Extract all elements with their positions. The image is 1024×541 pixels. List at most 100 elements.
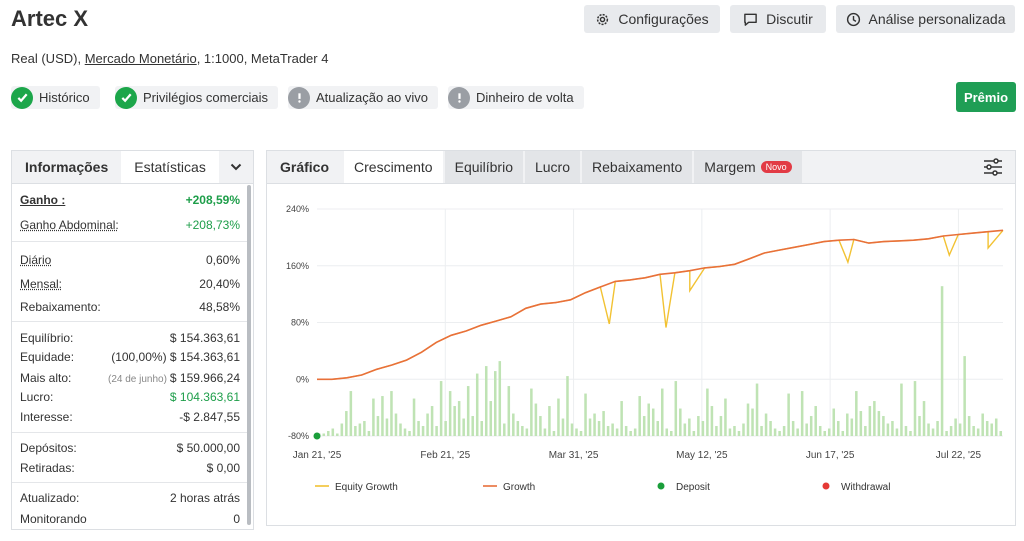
volume-bar xyxy=(579,431,583,436)
volume-bar xyxy=(633,428,637,436)
stat-label: Lucro: xyxy=(20,390,54,404)
custom-analysis-button[interactable]: Análise personalizada xyxy=(836,5,1015,33)
badge-cashback[interactable]: Dinheiro de volta xyxy=(448,86,584,109)
badge-history[interactable]: Histórico xyxy=(11,86,100,109)
stat-label[interactable]: Ganho Abdominal: xyxy=(20,218,119,232)
stat-monthly: Mensal: 20,40% xyxy=(20,277,240,291)
stat-label: Rebaixamento: xyxy=(20,300,101,314)
volume-bar xyxy=(588,418,592,436)
stat-interest: Interesse: -$ 2.847,55 xyxy=(20,410,240,424)
tab-margin-label: Margem xyxy=(704,159,756,175)
volume-bar xyxy=(390,391,393,436)
volume-bar xyxy=(787,393,790,436)
legend-swatch xyxy=(657,482,665,490)
volume-bar xyxy=(457,401,461,436)
badge-live-update[interactable]: Atualização ao vivo xyxy=(288,86,439,109)
divider xyxy=(12,321,247,322)
stat-value: 0,60% xyxy=(205,253,240,267)
volume-bar xyxy=(354,426,357,436)
divider xyxy=(12,482,247,483)
filter-icon[interactable] xyxy=(971,151,1015,183)
stat-label[interactable]: Diário xyxy=(20,253,51,267)
y-tick-label: -80% xyxy=(288,431,309,441)
discuss-button-label: Discutir xyxy=(766,11,813,27)
volume-bar xyxy=(439,381,443,436)
volume-bar xyxy=(773,428,777,436)
stat-value: +208,73% xyxy=(185,218,240,232)
tab-margin[interactable]: Margem Novo xyxy=(694,151,802,183)
volume-bar xyxy=(972,426,975,436)
volume-bar xyxy=(629,431,632,436)
volume-bar xyxy=(602,411,605,436)
discuss-button[interactable]: Discutir xyxy=(730,5,826,33)
deposit-marker xyxy=(313,432,321,440)
volume-bar xyxy=(525,428,529,436)
volume-bar xyxy=(697,416,700,436)
tab-statistics[interactable]: Estatísticas xyxy=(121,151,219,183)
volume-bar xyxy=(462,418,465,436)
volume-bar xyxy=(800,391,804,436)
volume-bar xyxy=(679,408,682,436)
badge-label: Dinheiro de volta xyxy=(476,90,574,105)
stat-label: Interesse: xyxy=(20,410,73,424)
tab-chart[interactable]: Gráfico xyxy=(267,151,342,183)
stat-label[interactable]: Mensal: xyxy=(20,277,62,291)
tab-profit[interactable]: Lucro xyxy=(524,151,581,183)
x-tick-label: Feb 21, '25 xyxy=(420,450,470,461)
volume-bar xyxy=(990,423,993,436)
volume-bar xyxy=(624,426,628,436)
volume-bar xyxy=(949,426,953,436)
stat-value: -$ 2.847,55 xyxy=(179,410,240,424)
broker-link[interactable]: Mercado Monetário xyxy=(85,51,197,66)
stat-value: 20,40% xyxy=(199,277,240,291)
stat-daily: Diário 0,60% xyxy=(20,253,240,267)
volume-bar xyxy=(651,408,655,436)
volume-bar xyxy=(823,431,826,436)
tab-info[interactable]: Informações xyxy=(12,151,121,183)
volume-bar xyxy=(394,413,398,436)
tab-growth[interactable]: Crescimento xyxy=(344,151,443,183)
volume-bar xyxy=(611,423,614,436)
tab-balance[interactable]: Equilíbrio xyxy=(444,151,523,183)
tab-drawdown[interactable]: Rebaixamento xyxy=(582,151,693,183)
badge-trading-privileges[interactable]: Privilégios comerciais xyxy=(115,86,278,109)
volume-bar xyxy=(327,431,330,436)
volume-bar xyxy=(426,413,429,436)
settings-button[interactable]: Configurações xyxy=(584,5,720,33)
chart-lines xyxy=(313,229,1004,440)
stat-deposits: Depósitos: $ 50.000,00 xyxy=(20,441,240,455)
volume-bar xyxy=(331,428,335,436)
stat-value: $ 154.363,61 xyxy=(169,331,240,345)
volume-bar xyxy=(782,426,786,436)
y-tick-label: 160% xyxy=(286,261,309,271)
check-icon xyxy=(115,86,137,109)
volume-bar xyxy=(674,381,678,436)
volume-bar xyxy=(475,373,479,436)
volume-bar xyxy=(656,421,660,436)
volume-bar xyxy=(841,431,845,436)
account-type: Real (USD), xyxy=(11,51,82,66)
stat-equity-pct: (100,00%) xyxy=(111,350,167,364)
chevron-down-icon[interactable] xyxy=(219,151,253,183)
volume-bar xyxy=(909,431,912,436)
volume-bar xyxy=(575,428,578,436)
volume-bar xyxy=(746,403,750,436)
x-tick-label: Jul 22, '25 xyxy=(936,450,982,461)
volume-bar xyxy=(584,393,587,436)
stat-label[interactable]: Ganho : xyxy=(20,193,65,207)
warning-icon xyxy=(448,86,470,109)
scrollbar[interactable] xyxy=(247,185,251,525)
volume-bar xyxy=(593,413,596,436)
y-tick-label: 0% xyxy=(296,374,309,384)
volume-bar xyxy=(642,416,646,436)
growth-line xyxy=(317,229,1004,381)
volume-bar xyxy=(751,408,754,436)
volume-bar xyxy=(931,428,935,436)
volume-bar xyxy=(399,423,402,436)
premium-button[interactable]: Prêmio xyxy=(956,82,1016,112)
volume-bar xyxy=(886,423,890,436)
volume-bar xyxy=(548,406,551,436)
stat-profit: Lucro: $ 104.363,61 xyxy=(20,390,240,404)
volume-bar xyxy=(453,406,456,436)
volume-bar xyxy=(710,406,714,436)
